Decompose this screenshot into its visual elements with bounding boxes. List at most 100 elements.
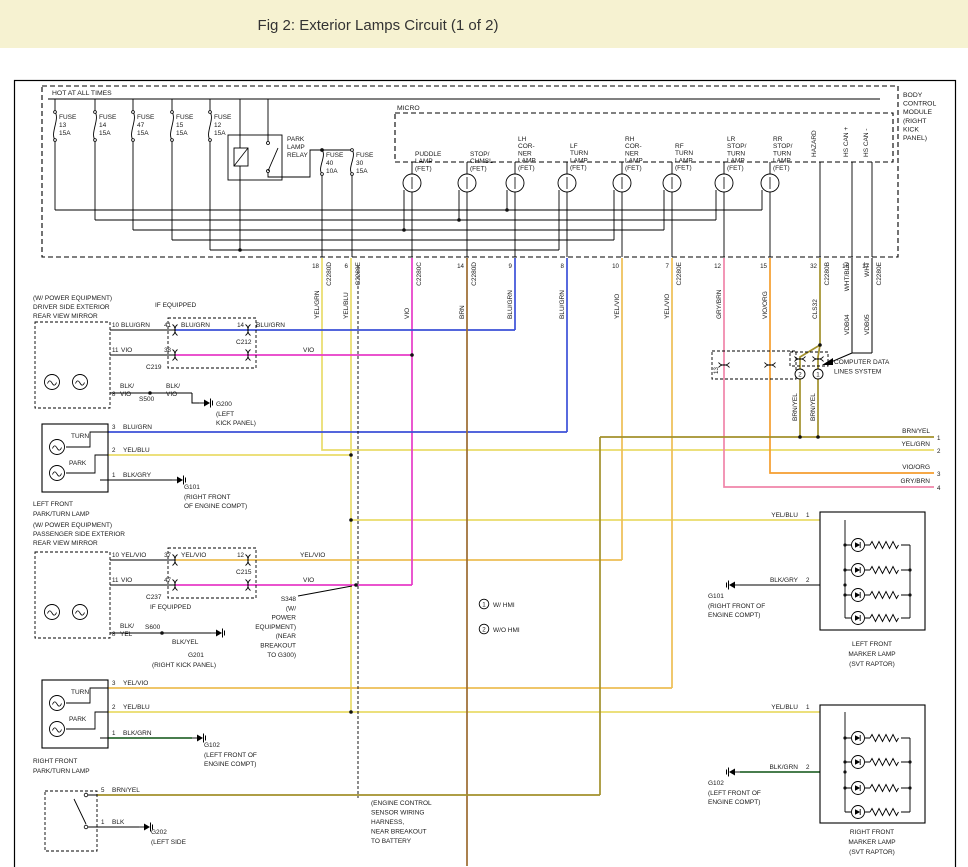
park-label: PARK: [69, 716, 87, 723]
exit-wire-color: BRN/YEL: [902, 428, 930, 435]
led-lamp-icon: [852, 589, 865, 602]
wire-label: BLK/YEL: [120, 623, 134, 638]
lamp-pin: 1: [806, 512, 810, 519]
park-lamp-icon: [50, 466, 65, 481]
pin-wire-color: VIO: [404, 308, 411, 319]
wire-label: YEL/BLU: [771, 704, 798, 711]
ground-label: G101: [184, 484, 200, 491]
conn-pin: 13: [713, 367, 720, 374]
connector-label: C219: [146, 364, 162, 371]
wire-label: BLU/GRN: [121, 322, 150, 329]
ground-location: (LEFT SIDE: [151, 839, 187, 846]
ground-label: G101: [708, 593, 724, 600]
exit-wire-color: VIO/ORG: [902, 464, 930, 471]
wire-label: BRN/YEL: [112, 787, 140, 794]
wire-label: BLK/YEL: [172, 639, 199, 646]
ground-label: G202: [151, 829, 167, 836]
mirror-lamp-icon: [45, 605, 60, 620]
pin-number: 15: [760, 263, 767, 270]
turn-label: TURN: [71, 433, 89, 440]
wire-label: VIO: [303, 577, 314, 584]
right-marker-caption: RIGHT FRONTMARKER LAMP(SVT RAPTOR): [848, 829, 895, 856]
wire-label: BLK/GRY: [770, 577, 799, 584]
exit-wire-color: YEL/GRN: [901, 441, 930, 448]
pin-wire-color: WHT/BLU: [844, 262, 851, 292]
pin-connector: C2280D: [471, 262, 478, 286]
splice-label: S500: [139, 396, 155, 403]
hot-at-all-times-label: HOT AT ALL TIMES: [52, 90, 112, 97]
pin-number: 6: [345, 263, 349, 270]
if-equipped-label: IF EQUIPPED: [150, 604, 191, 611]
mirror-lamp-icon: [45, 375, 60, 390]
switch-pin: 5: [101, 787, 105, 794]
ground-location: (RIGHT KICK PANEL): [152, 662, 216, 669]
connector-label: C212: [236, 339, 252, 346]
hs-can-minus-label: HS CAN -: [863, 128, 870, 157]
wire-label: BLK/GRN: [769, 764, 798, 771]
lamp-pin: 2: [806, 764, 810, 771]
wire-label: BRN/YEL: [792, 393, 799, 421]
splice-label: S600: [145, 624, 161, 631]
wire-label: BLU/GRN: [181, 322, 210, 329]
hs-can-plus-label: HS CAN +: [843, 127, 850, 157]
lamp-pin: 3: [112, 424, 116, 431]
pin-wire-color: VIO/ORG: [762, 291, 769, 319]
pin-number: 9: [509, 263, 513, 270]
wire-label: BLK/GRN: [123, 730, 152, 737]
wire-label: VIO: [121, 347, 132, 354]
ground-label: G200: [216, 401, 232, 408]
mirror-lamp-icon: [73, 375, 88, 390]
led-lamp-icon: [852, 782, 865, 795]
pin-connector: C2280E: [876, 261, 883, 285]
pin-number: 7: [666, 263, 670, 270]
lamp-pin: 1: [806, 704, 810, 711]
lamp-pin: 2: [806, 577, 810, 584]
pin-circuit: VDB05: [864, 314, 871, 335]
park-lamp-icon: [50, 722, 65, 737]
pin-wire-color: YEL/GRN: [314, 290, 321, 319]
branch-option: 2: [798, 371, 802, 378]
pin-wire-color: YEL/VIO: [614, 294, 621, 319]
if-equipped-label: IF EQUIPPED: [155, 302, 196, 309]
wire-label: YEL/VIO: [181, 552, 206, 559]
led-lamp-icon: [852, 732, 865, 745]
wire-label: BLK/GRY: [123, 472, 152, 479]
park-label: PARK: [69, 460, 87, 467]
pin-wire-color: BRN: [459, 305, 466, 319]
lamp-pin: 1: [112, 472, 116, 479]
wire-label: YEL/BLU: [123, 704, 150, 711]
led-lamp-icon: [852, 612, 865, 625]
pin-connector: C2280E: [355, 261, 362, 285]
conn-pin: 14: [237, 322, 244, 329]
pin-connector: C2280D: [326, 262, 333, 286]
legend-symbol: 2: [482, 626, 486, 633]
wire-label: YEL/VIO: [300, 552, 325, 559]
pin-number: 10: [612, 263, 619, 270]
connector-label: C215: [236, 569, 252, 576]
page-title: Fig 2: Exterior Lamps Circuit (1 of 2): [258, 17, 499, 34]
pin-number: 32: [810, 263, 817, 270]
legend-text: W/O HMI: [493, 627, 520, 634]
wire-label: YEL/VIO: [121, 552, 146, 559]
lamp-pin: 3: [112, 680, 116, 687]
exit-number: 2: [937, 448, 941, 455]
turn-lamp-icon: [50, 696, 65, 711]
led-lamp-icon: [852, 756, 865, 769]
pin-connector: C2280C: [416, 262, 423, 286]
wiring-diagram: Fig 2: Exterior Lamps Circuit (1 of 2) H…: [0, 0, 968, 867]
mirror-pin: 10: [112, 552, 119, 559]
conn-pin: 12: [237, 552, 244, 559]
ground-label: G102: [708, 780, 724, 787]
wire-label: BRN/YEL: [810, 393, 817, 421]
hazard-label: HAZARD: [811, 130, 818, 157]
pin-number: 8: [561, 263, 565, 270]
lamp-pin: 2: [112, 704, 116, 711]
conn-pin: 38: [164, 347, 171, 354]
pin-wire-color: YEL/VIO: [664, 294, 671, 319]
mirror-pin: 8: [112, 391, 116, 398]
left-marker-caption: LEFT FRONTMARKER LAMP(SVT RAPTOR): [848, 641, 895, 668]
wire-label: VIO: [121, 577, 132, 584]
wire-label: BLK: [112, 819, 125, 826]
lamp-pin: 2: [112, 447, 116, 454]
wire-label: YEL/VIO: [123, 680, 148, 687]
